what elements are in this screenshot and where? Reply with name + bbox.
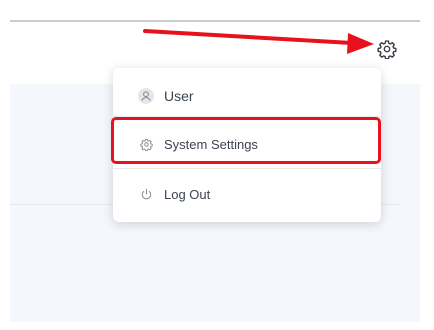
user-dropdown-menu: User System Settings Log Out <box>113 68 381 222</box>
gear-icon <box>377 40 397 59</box>
power-icon <box>138 186 154 202</box>
menu-item-system-settings[interactable]: System Settings <box>113 121 381 167</box>
app-screen: User System Settings Log Out <box>0 0 434 330</box>
menu-item-label: Log Out <box>164 186 211 202</box>
menu-item-label: User <box>164 88 194 104</box>
settings-button[interactable] <box>376 38 398 60</box>
menu-divider <box>113 168 381 169</box>
menu-item-log-out[interactable]: Log Out <box>113 171 381 217</box>
header-divider <box>10 20 420 22</box>
gear-icon <box>138 136 154 152</box>
menu-item-label: System Settings <box>164 136 258 152</box>
user-avatar-icon <box>138 88 154 104</box>
menu-divider <box>113 116 381 117</box>
menu-item-user[interactable]: User <box>113 73 381 119</box>
